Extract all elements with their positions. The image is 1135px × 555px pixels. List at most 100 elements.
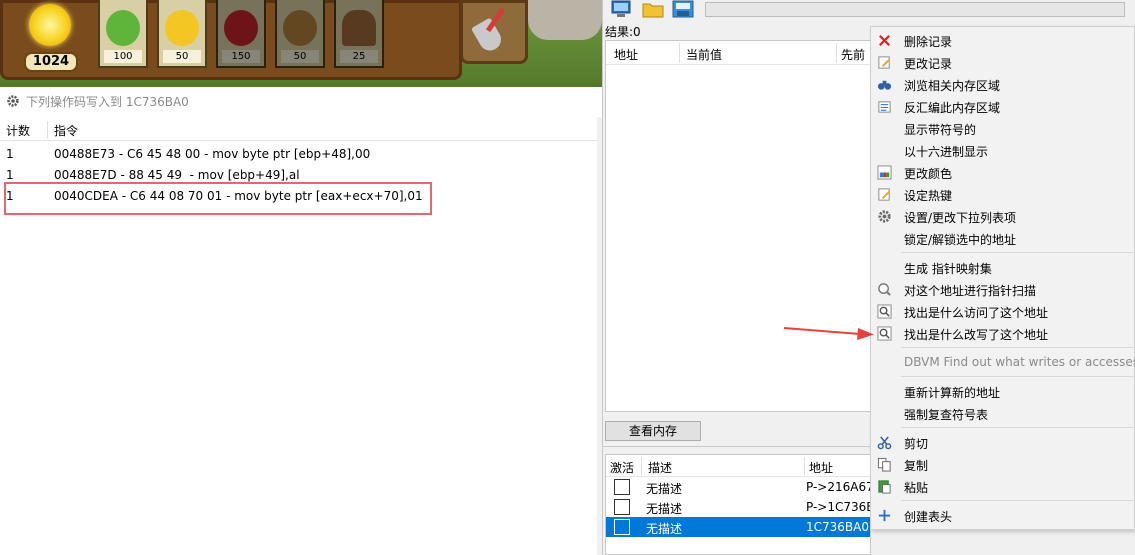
plus-icon [878, 509, 891, 522]
menu-item-label: 更改记录 [904, 57, 953, 71]
menu-item-dbvm-find[interactable]: DBVM Find out what writes or accesses [871, 351, 1135, 373]
menu-item-label: 找出是什么改写了这个地址 [904, 328, 1049, 342]
menu-item-find-access[interactable]: 找出是什么访问了这个地址 [871, 300, 1134, 322]
column-header-count[interactable]: 计数 [6, 122, 30, 139]
card-cost: 100 [104, 50, 142, 63]
card-cost: 150 [222, 50, 260, 63]
address-value: 1C736BA0 [806, 520, 869, 534]
opcode-row[interactable]: 1 0040CDEA - C6 44 08 70 01 - mov byte p… [0, 186, 602, 206]
seed-card-wall-nut[interactable]: 50 [275, 0, 325, 68]
potato-mine-icon [342, 10, 376, 46]
menu-item-label: 生成 指针映射集 [904, 262, 992, 276]
menu-item-generate-pointermap[interactable]: 生成 指针映射集 [871, 256, 1134, 278]
save-icon[interactable] [671, 0, 695, 18]
results-header: 地址 当前值 先前 [606, 41, 870, 65]
card-cost: 50 [281, 50, 319, 63]
menu-item-label: 浏览相关内存区域 [904, 79, 1001, 93]
menu-item-pointer-scan[interactable]: 对这个地址进行指针扫描 [871, 278, 1134, 300]
menu-divider [901, 347, 1133, 348]
copy-icon [877, 457, 891, 472]
row-instruction: 0040CDEA - C6 44 08 70 01 - mov byte ptr… [54, 189, 423, 203]
menu-item-copy[interactable]: 复制 [871, 453, 1134, 475]
wall-nut-icon [283, 10, 317, 46]
active-checkbox[interactable] [614, 479, 630, 495]
active-checkbox[interactable] [614, 519, 630, 535]
find-access-icon [877, 304, 892, 319]
menu-divider [901, 376, 1133, 377]
column-header-active[interactable]: 激活 [610, 459, 634, 476]
column-header-value[interactable]: 当前值 [686, 46, 722, 63]
opcode-row[interactable]: 1 00488E7D - 88 45 49 - mov [ebp+49],al [0, 165, 602, 185]
menu-item-disassemble[interactable]: 反汇编此内存区域 [871, 95, 1134, 117]
menu-item-browse-memory[interactable]: 浏览相关内存区域 [871, 73, 1134, 95]
shovel-button[interactable] [460, 0, 528, 64]
menu-item-label: 重新计算新的地址 [904, 386, 1001, 400]
menu-item-label: 粘贴 [904, 481, 929, 495]
seed-card-cherry-bomb[interactable]: 150 [216, 0, 266, 68]
menu-item-delete-record[interactable]: 删除记录 [871, 29, 1134, 51]
annotation-arrow-icon [784, 327, 874, 340]
address-list[interactable]: 激活 描述 地址 无描述 P->216A67 无描述 P->1C736B 无描述… [605, 454, 871, 555]
column-header-address[interactable]: 地址 [614, 46, 638, 63]
menu-divider [901, 427, 1133, 428]
seed-card-peashooter[interactable]: 100 [98, 0, 148, 68]
results-count: 结果:0 [605, 25, 641, 39]
menu-item-paste[interactable]: 粘贴 [871, 475, 1134, 497]
column-header-previous[interactable]: 先前 [841, 46, 865, 63]
view-memory-button[interactable]: 查看内存 [605, 421, 701, 441]
cherry-bomb-icon [224, 10, 258, 46]
game-window: 1024 100 50 150 50 25 [0, 0, 602, 87]
menu-item-label: DBVM Find out what writes or accesses [904, 355, 1135, 369]
menu-item-label: 反汇编此内存区域 [904, 101, 1001, 115]
menu-item-recalculate-address[interactable]: 重新计算新的地址 [871, 380, 1134, 402]
row-instruction: 00488E7D - 88 45 49 - mov [ebp+49],al [54, 168, 300, 182]
menu-divider [901, 252, 1133, 253]
menu-item-set-hotkey[interactable]: 设定热键 [871, 183, 1134, 205]
menu-item-label: 复制 [904, 459, 929, 473]
menu-item-show-signed[interactable]: 显示带符号的 [871, 117, 1134, 139]
menu-item-show-hex[interactable]: 以十六进制显示 [871, 139, 1134, 161]
paste-icon [878, 480, 891, 494]
scan-results-list[interactable]: 地址 当前值 先前 [605, 40, 871, 412]
pointer-scan-icon [878, 283, 891, 296]
menu-item-find-write[interactable]: 找出是什么改写了这个地址 [871, 322, 1134, 344]
menu-item-label: 对这个地址进行指针扫描 [904, 284, 1037, 298]
sunflower-icon [165, 10, 199, 46]
seed-card-potato-mine[interactable]: 25 [334, 0, 384, 68]
active-checkbox[interactable] [614, 499, 630, 515]
menu-item-lock-unlock[interactable]: 锁定/解锁选中的地址 [871, 227, 1134, 249]
menu-item-change-color[interactable]: 更改颜色 [871, 161, 1134, 183]
menu-item-label: 找出是什么访问了这个地址 [904, 306, 1049, 320]
menu-item-change-record[interactable]: 更改记录 [871, 51, 1134, 73]
column-header-address[interactable]: 地址 [809, 459, 833, 476]
scan-progress-bar [705, 2, 1125, 17]
address-list-header: 激活 描述 地址 [606, 455, 870, 477]
menu-item-label: 强制复查符号表 [904, 408, 989, 422]
hotkey-icon [878, 188, 890, 201]
row-count: 1 [6, 147, 14, 161]
window-title: 下列操作码写入到 1C736BA0 [26, 94, 189, 109]
menu-item-label: 剪切 [904, 437, 929, 451]
menu-item-label: 更改颜色 [904, 167, 953, 181]
address-description: 无描述 [646, 522, 683, 536]
opcode-row[interactable]: 1 00488E73 - C6 45 48 00 - mov byte ptr … [0, 144, 602, 164]
column-header-instruction[interactable]: 指令 [54, 122, 78, 139]
find-write-icon [877, 326, 892, 341]
menu-item-cut[interactable]: 剪切 [871, 431, 1134, 453]
gear-icon [7, 95, 19, 107]
sun-count: 1024 [24, 52, 78, 72]
open-folder-icon[interactable] [641, 0, 665, 18]
computer-icon[interactable] [609, 0, 633, 18]
menu-item-create-header[interactable]: 创建表头 [871, 504, 1134, 526]
panel-splitter[interactable] [603, 446, 871, 447]
menu-item-force-recheck-symbols[interactable]: 强制复查符号表 [871, 402, 1134, 424]
menu-item-dropdown-settings[interactable]: 设置/更改下拉列表项 [871, 205, 1134, 227]
seed-card-sunflower[interactable]: 50 [157, 0, 207, 68]
stone-decoration [528, 0, 602, 40]
address-row[interactable]: 无描述 P->216A67 [606, 477, 870, 497]
row-count: 1 [6, 189, 14, 203]
address-row[interactable]: 无描述 P->1C736B [606, 497, 870, 517]
column-header-description[interactable]: 描述 [648, 459, 672, 476]
address-row-selected[interactable]: 无描述 1C736BA0 [606, 517, 870, 537]
menu-item-label: 删除记录 [904, 35, 953, 49]
